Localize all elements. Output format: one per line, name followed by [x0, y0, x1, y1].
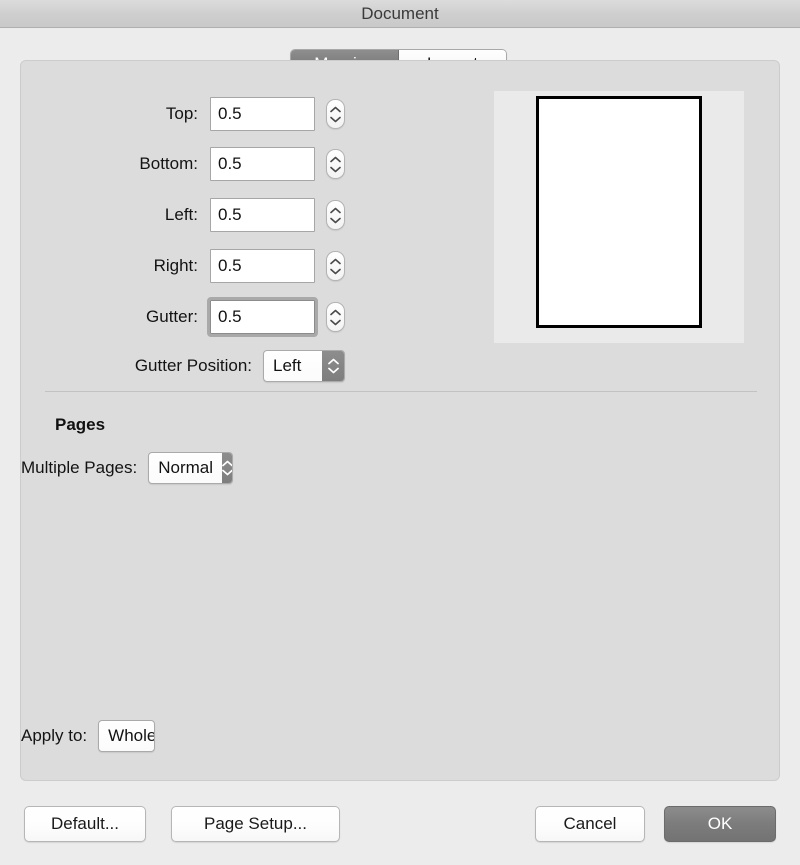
- field-row-apply-to: Apply to: Whole document: [21, 720, 155, 752]
- page-setup-button[interactable]: Page Setup...: [171, 806, 340, 842]
- chevron-down-icon: [330, 166, 341, 172]
- window-title: Document: [361, 4, 439, 23]
- field-row-gutter-position: Gutter Position: Left: [21, 350, 345, 382]
- label-right: Right:: [153, 256, 198, 275]
- field-row-gutter: Gutter: 0.5: [21, 297, 345, 337]
- label-gutter-position: Gutter Position:: [134, 356, 252, 375]
- stepper-right-margin[interactable]: [326, 251, 345, 281]
- default-button[interactable]: Default...: [24, 806, 146, 842]
- label-top: Top:: [165, 104, 198, 123]
- section-heading-pages: Pages: [55, 415, 106, 434]
- chevron-up-icon: [222, 460, 233, 467]
- popup-arrows: [222, 453, 233, 483]
- chevron-up-icon: [330, 207, 341, 213]
- chevron-down-icon: [330, 116, 341, 122]
- field-row-top: Top: 0.5: [21, 97, 345, 131]
- preview-page-sheet: [536, 96, 702, 328]
- popup-arrows: [322, 351, 344, 381]
- stepper-top-margin[interactable]: [326, 99, 345, 129]
- select-multiple-pages-value: Normal: [158, 458, 214, 477]
- ok-button[interactable]: OK: [664, 806, 776, 842]
- field-row-right: Right: 0.5: [21, 249, 345, 283]
- chevron-down-icon: [222, 469, 233, 476]
- cancel-button[interactable]: Cancel: [535, 806, 645, 842]
- label-multiple-pages: Multiple Pages:: [21, 458, 138, 477]
- label-apply-to: Apply to:: [21, 726, 88, 745]
- select-multiple-pages[interactable]: Normal: [148, 452, 233, 484]
- input-top-margin[interactable]: 0.5: [210, 97, 315, 131]
- settings-panel: Top: 0.5 Bottom: 0.5 Left: 0.5 Right: 0.…: [20, 60, 780, 781]
- input-bottom-margin[interactable]: 0.5: [210, 147, 315, 181]
- stepper-gutter[interactable]: [326, 302, 345, 332]
- input-right-margin[interactable]: 0.5: [210, 249, 315, 283]
- stepper-left-margin[interactable]: [326, 200, 345, 230]
- chevron-up-icon: [327, 358, 339, 365]
- chevron-down-icon: [330, 217, 341, 223]
- input-left-margin[interactable]: 0.5: [210, 198, 315, 232]
- page-preview: [494, 91, 744, 343]
- label-left: Left:: [164, 205, 198, 224]
- stepper-bottom-margin[interactable]: [326, 149, 345, 179]
- chevron-up-icon: [330, 106, 341, 112]
- select-gutter-position-value: Left: [273, 356, 302, 375]
- window-titlebar: Document: [0, 0, 800, 28]
- section-divider: [45, 391, 757, 392]
- input-gutter[interactable]: 0.5: [207, 297, 318, 337]
- field-row-multiple-pages: Multiple Pages: Normal: [21, 452, 233, 484]
- chevron-up-icon: [330, 156, 341, 162]
- field-row-bottom: Bottom: 0.5: [21, 147, 345, 181]
- chevron-up-icon: [330, 309, 341, 315]
- chevron-down-icon: [330, 268, 341, 274]
- select-gutter-position[interactable]: Left: [263, 350, 345, 382]
- chevron-down-icon: [327, 367, 339, 374]
- label-bottom: Bottom:: [139, 154, 198, 173]
- chevron-up-icon: [330, 258, 341, 264]
- field-row-left: Left: 0.5: [21, 198, 345, 232]
- label-gutter: Gutter:: [146, 307, 198, 326]
- chevron-down-icon: [330, 319, 341, 325]
- select-apply-to-value: Whole document: [108, 726, 155, 745]
- select-apply-to[interactable]: Whole document: [98, 720, 155, 752]
